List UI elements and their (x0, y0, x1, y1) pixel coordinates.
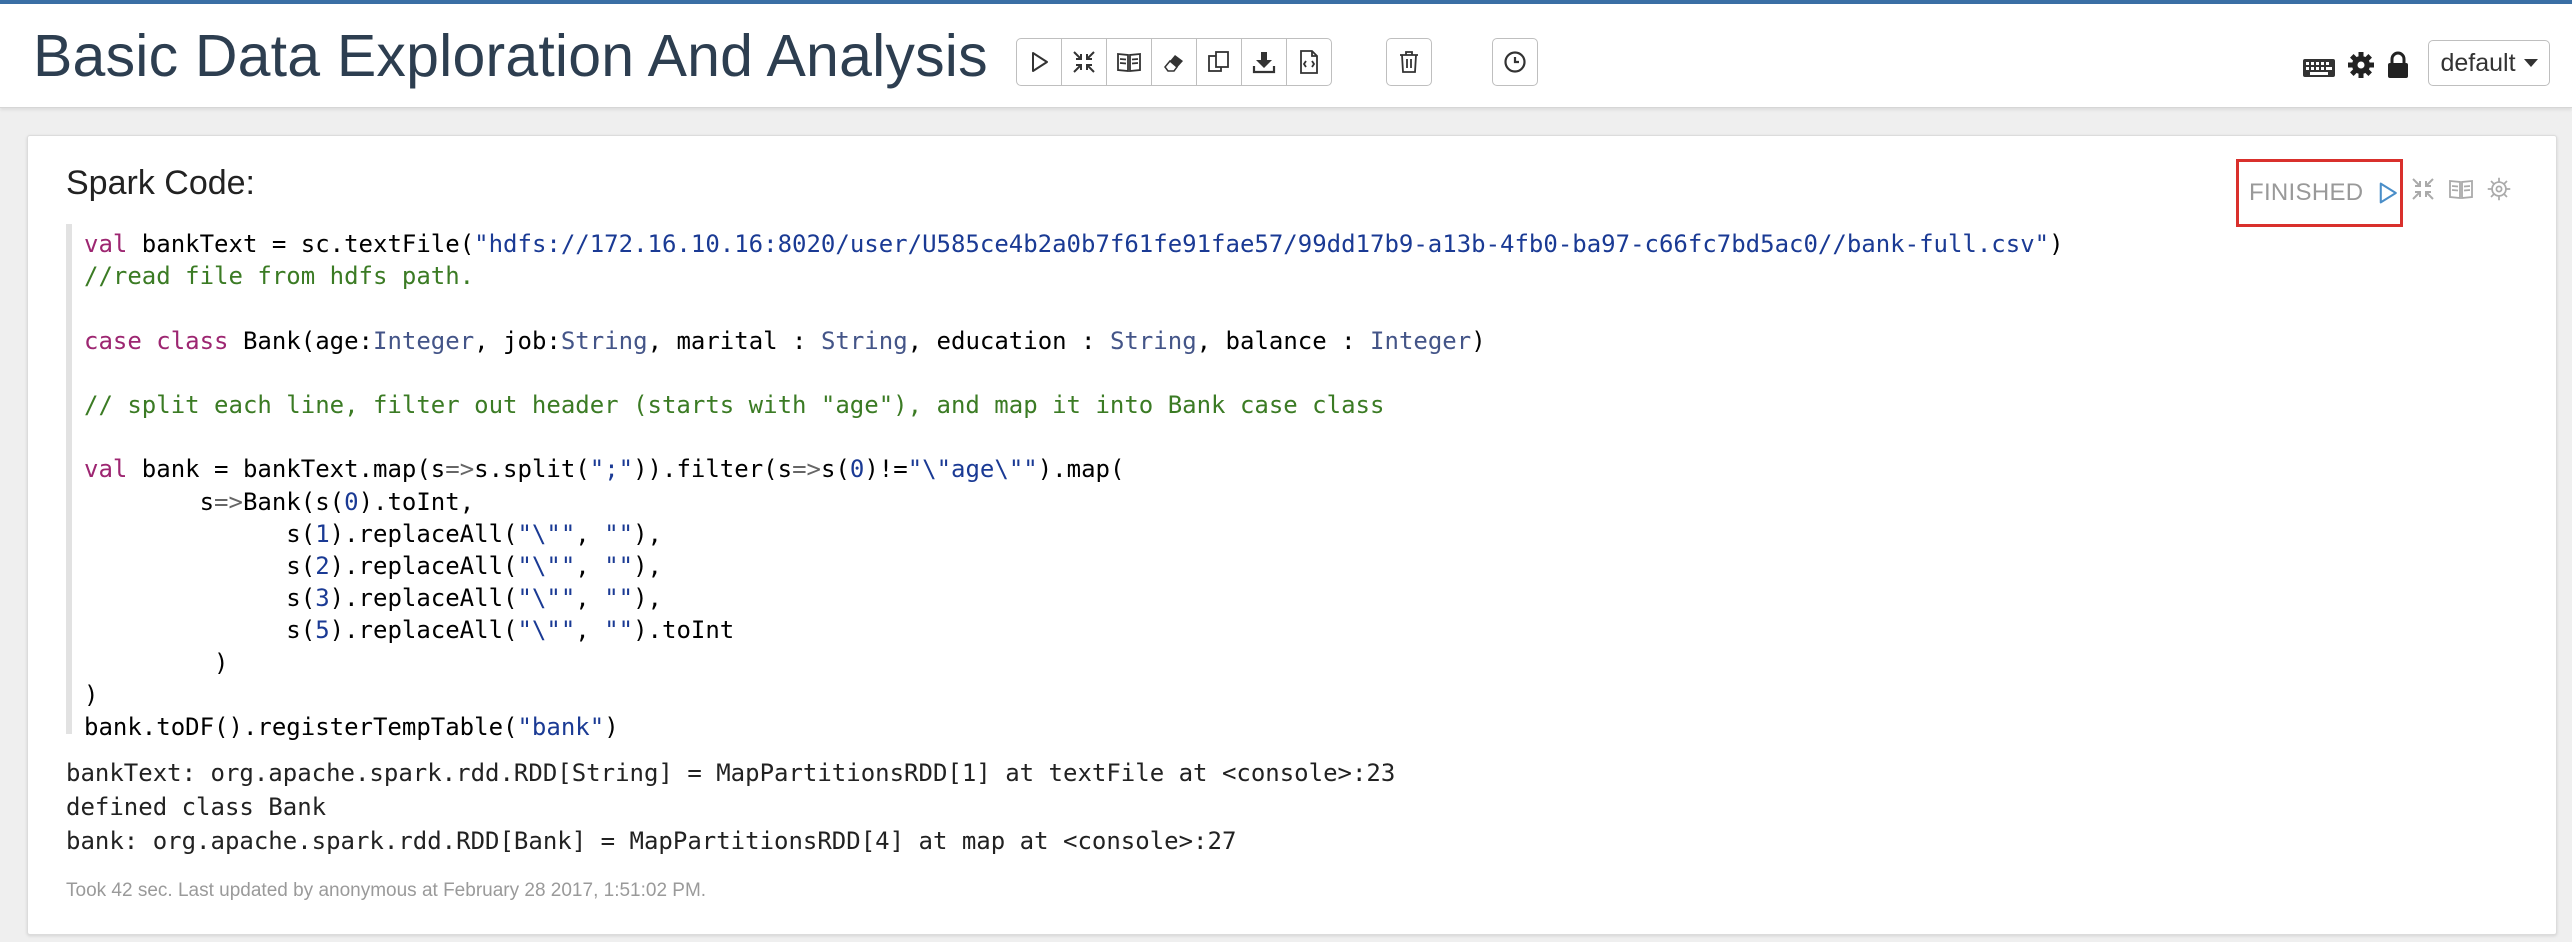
interpreter-binding-dropdown[interactable]: default (2428, 40, 2550, 86)
output-line: defined class Bank (66, 793, 327, 821)
code-editor[interactable]: val bankText = sc.textFile("hdfs://172.1… (66, 224, 2526, 741)
book-icon (1117, 53, 1141, 72)
code-line: s=>Bank(s(0).toInt, (84, 487, 475, 516)
interpreter-label: default (2440, 48, 2516, 77)
code-line: case class Bank(age:Integer, job:String,… (84, 326, 1486, 355)
hide-code-button[interactable] (1061, 38, 1107, 86)
clone-note-button[interactable] (1196, 38, 1242, 86)
remove-note-button[interactable] (1386, 38, 1432, 86)
paragraph-output: bankText: org.apache.spark.rdd.RDD[Strin… (66, 756, 1395, 858)
run-all-icon (1032, 52, 1048, 72)
paragraph-book-icon[interactable] (2448, 176, 2474, 202)
eraser-icon (1164, 55, 1183, 72)
notebook-action-group (1016, 38, 1332, 86)
paragraph-settings-icon[interactable] (2486, 176, 2512, 202)
schedule-group (1492, 38, 1538, 86)
version-control-button[interactable] (1286, 38, 1332, 86)
clock-icon (1504, 51, 1526, 73)
note-settings-icons (2302, 50, 2410, 80)
clear-output-button[interactable] (1151, 38, 1197, 86)
copy-icon (1208, 51, 1229, 72)
output-line: bankText: org.apache.spark.rdd.RDD[Strin… (66, 759, 1396, 787)
code-line: s(5).replaceAll("\"", "").toInt (84, 616, 735, 645)
code-line: ) (84, 648, 229, 677)
status-highlight-box: FINISHED (2236, 159, 2403, 227)
code-line: // split each line, filter out header (s… (84, 391, 1385, 420)
collapse-icon (1073, 51, 1095, 73)
code-line: s(3).replaceAll("\"", ""), (84, 584, 662, 613)
code-line: ) (84, 680, 99, 709)
code-line: bank.toDF().registerTempTable("bank") (84, 713, 619, 742)
lock-icon[interactable] (2386, 50, 2410, 80)
gear-icon[interactable] (2346, 50, 2376, 80)
chevron-down-icon (2523, 59, 2538, 67)
code-line: val bank = bankText.map(s=>s.split(";"))… (84, 455, 1125, 484)
execution-footer: Took 42 sec. Last updated by anonymous a… (66, 880, 707, 901)
run-paragraph-icon[interactable] (2377, 180, 2400, 206)
download-icon (1252, 52, 1276, 74)
trash-icon (1400, 51, 1418, 73)
hide-output-button[interactable] (1106, 38, 1152, 86)
output-line: bank: org.apache.spark.rdd.RDD[Bank] = M… (66, 827, 1237, 855)
notebook-title[interactable]: Basic Data Exploration And Analysis (33, 22, 988, 90)
code-line: s(2).replaceAll("\"", ""), (84, 552, 662, 581)
run-all-button[interactable] (1016, 38, 1062, 86)
export-note-button[interactable] (1241, 38, 1287, 86)
paragraph-status: FINISHED (2249, 179, 2364, 206)
notebook-header: Basic Data Exploration And Analysis defa… (0, 4, 2572, 108)
paragraph-title[interactable]: Spark Code: (66, 164, 255, 203)
paragraph-cell: Spark Code: FINISHED val bankText = sc.t… (27, 135, 2557, 935)
code-line: val bankText = sc.textFile("hdfs://172.1… (84, 230, 2064, 258)
export-icon (1300, 50, 1318, 74)
trash-group (1386, 38, 1432, 86)
run-scheduler-button[interactable] (1492, 38, 1538, 86)
code-line: //read file from hdfs path. (84, 262, 475, 291)
keyboard-icon[interactable] (2302, 54, 2336, 80)
code-line: s(1).replaceAll("\"", ""), (84, 519, 662, 548)
collapse-paragraph-icon[interactable] (2410, 176, 2436, 202)
